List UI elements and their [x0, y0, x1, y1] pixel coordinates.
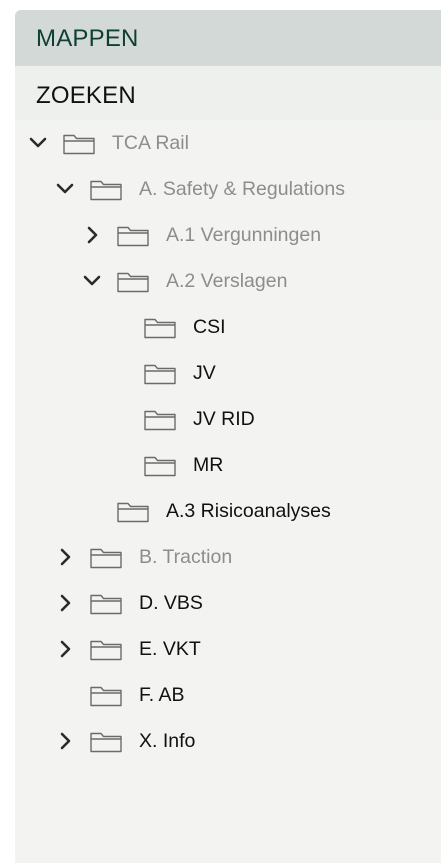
folder-icon — [144, 318, 176, 339]
chevron-right-icon[interactable] — [54, 592, 76, 614]
tab-zoeken-label: ZOEKEN — [36, 82, 136, 109]
tree-item-label: TCA Rail — [112, 132, 189, 154]
chevron-down-icon[interactable] — [27, 132, 49, 154]
chevron-right-icon[interactable] — [54, 546, 76, 568]
tree-item-label: A.3 Risicoanalyses — [166, 500, 331, 522]
tree-item-label: E. VKT — [139, 638, 201, 660]
tree-item[interactable]: JV — [15, 351, 441, 397]
folder-icon — [144, 456, 176, 477]
chevron-right-icon[interactable] — [54, 638, 76, 660]
folder-icon — [63, 134, 95, 155]
tree-item[interactable]: E. VKT — [15, 627, 441, 673]
tree-item-label: MR — [193, 454, 224, 476]
chevron-right-icon[interactable] — [54, 730, 76, 752]
tab-mappen[interactable]: MAPPEN — [15, 10, 441, 66]
tree-item[interactable]: X. Info — [15, 719, 441, 765]
tree-item[interactable]: A. Safety & Regulations — [15, 167, 441, 213]
tree-item-label: X. Info — [139, 730, 196, 752]
tree-item-label: A.1 Vergunningen — [166, 224, 322, 246]
folder-icon — [144, 410, 176, 431]
folder-icon — [90, 686, 122, 707]
chevron-down-icon[interactable] — [81, 270, 103, 292]
tree-item-label: JV — [193, 362, 216, 384]
folder-icon — [117, 226, 149, 247]
tree-item[interactable]: D. VBS — [15, 581, 441, 627]
tree-item[interactable]: MR — [15, 443, 441, 489]
tree-item[interactable]: A.3 Risicoanalyses — [15, 489, 441, 535]
folder-icon — [90, 732, 122, 753]
tree-item[interactable]: TCA Rail — [15, 121, 441, 167]
chevron-down-icon[interactable] — [54, 178, 76, 200]
tree-item[interactable]: JV RID — [15, 397, 441, 443]
tree-item-label: A.2 Verslagen — [166, 270, 288, 292]
tree-item-label: CSI — [193, 316, 226, 338]
folder-panel: MAPPEN ZOEKEN TCA Rail A. Safety & Regula… — [15, 10, 441, 863]
tree-item-label: JV RID — [193, 408, 255, 430]
tree-item[interactable]: A.2 Verslagen — [15, 259, 441, 305]
tree-item-label: A. Safety & Regulations — [139, 178, 345, 200]
tree-item-label: B. Traction — [139, 546, 233, 568]
tree-item[interactable]: B. Traction — [15, 535, 441, 581]
tree-item[interactable]: F. AB — [15, 673, 441, 719]
folder-icon — [90, 180, 122, 201]
tab-mappen-label: MAPPEN — [36, 25, 139, 52]
tab-zoeken[interactable]: ZOEKEN — [15, 66, 441, 120]
tree-item[interactable]: CSI — [15, 305, 441, 351]
folder-icon — [90, 548, 122, 569]
folder-icon — [117, 272, 149, 293]
tree-item-label: D. VBS — [139, 592, 203, 614]
folder-icon — [117, 502, 149, 523]
chevron-right-icon[interactable] — [81, 224, 103, 246]
folder-icon — [90, 640, 122, 661]
tree-item-label: F. AB — [139, 684, 185, 706]
folder-icon — [90, 594, 122, 615]
tree-item[interactable]: A.1 Vergunningen — [15, 213, 441, 259]
folder-icon — [144, 364, 176, 385]
